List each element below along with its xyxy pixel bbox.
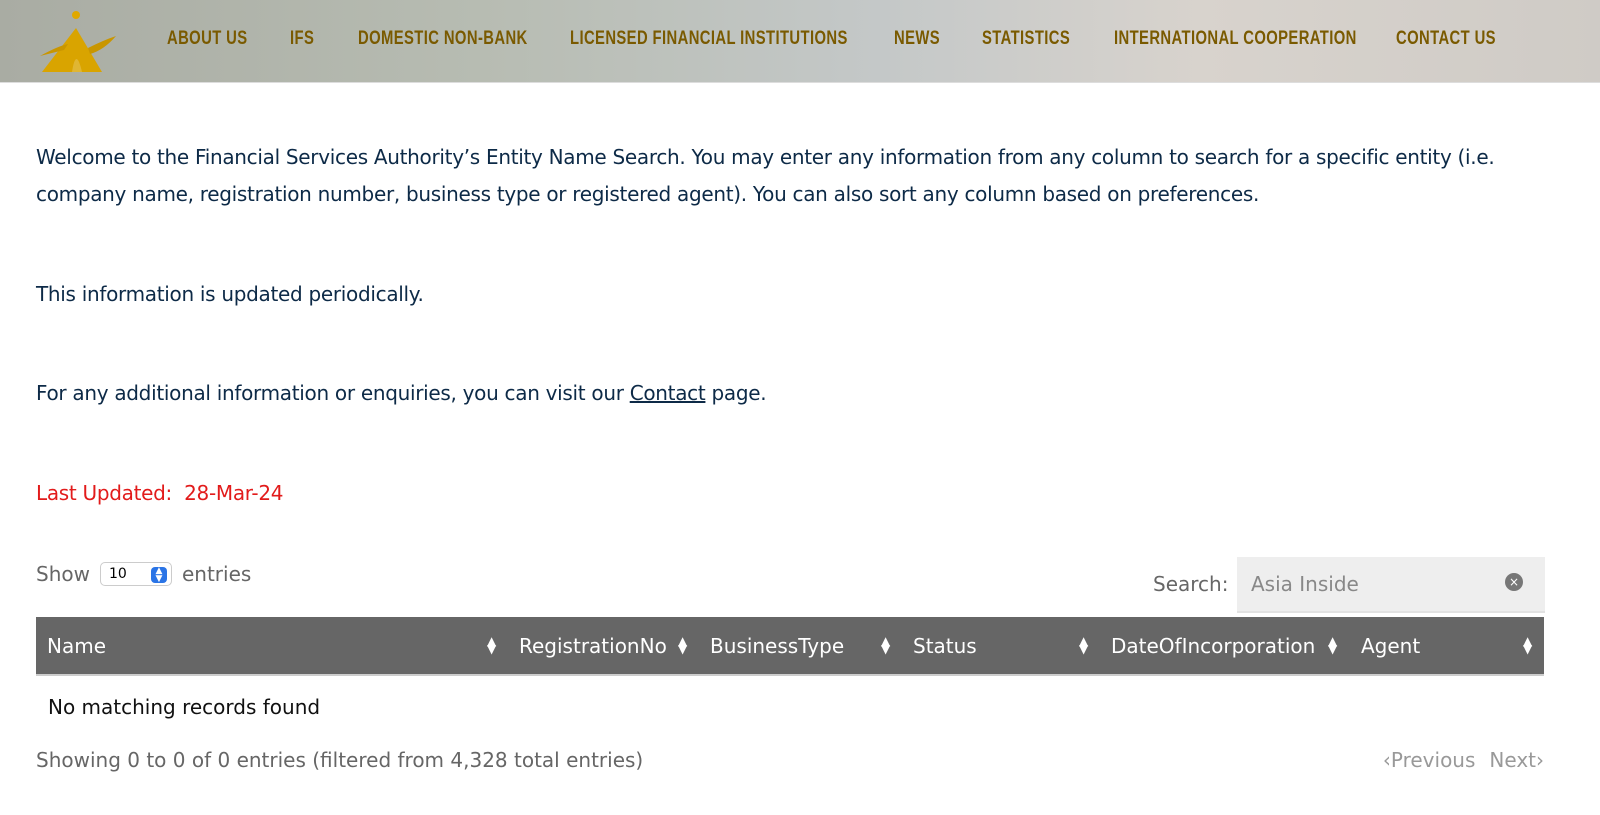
column-registration-no[interactable]: RegistrationNo [519,634,667,658]
intro-text: Welcome to the Financial Services Author… [36,139,1495,213]
search-label: Search: [1153,572,1229,596]
contact-pre: For any additional information or enquir… [36,381,630,405]
clear-search-icon[interactable]: × [1505,573,1523,591]
site-header: ABOUT US IFS DOMESTIC NON-BANK LICENSED … [0,0,1600,83]
chevron-left-icon: ‹ [1382,748,1391,772]
last-updated-label: Last Updated: [36,481,172,505]
logo[interactable] [38,6,118,76]
chevron-right-icon: › [1536,748,1544,772]
column-business-type[interactable]: BusinessType [710,634,844,658]
sort-icon[interactable]: ▲ ▼ [678,635,687,655]
column-status[interactable]: Status [913,634,977,658]
column-name[interactable]: Name [47,634,106,658]
column-agent[interactable]: Agent [1361,634,1420,658]
pagination: ‹Previous Next› [1383,748,1544,772]
column-date-of-incorporation[interactable]: DateOfIncorporation [1111,634,1315,658]
entries-value: 10 [108,566,127,582]
update-note: This information is updated periodically… [36,282,424,306]
contact-note: For any additional information or enquir… [36,375,767,412]
sort-icon[interactable]: ▲ ▼ [487,635,496,655]
sort-icon[interactable]: ▲ ▼ [1079,635,1088,655]
entries-select[interactable]: 10 ▲ ▼ [99,562,172,586]
nav-ifs[interactable]: IFS [290,28,314,50]
select-arrows-icon: ▲ ▼ [150,567,167,584]
nav-news[interactable]: NEWS [894,28,940,50]
nav-statistics[interactable]: STATISTICS [982,28,1070,50]
search-input[interactable]: Asia Inside × [1237,557,1545,613]
nav-international-cooperation[interactable]: INTERNATIONAL COOPERATION [1114,28,1357,50]
show-label: Show [36,562,90,586]
next-button[interactable]: Next› [1489,748,1544,772]
last-updated-value: 28-Mar-24 [184,481,284,505]
nav-domestic-non-bank[interactable]: DOMESTIC NON-BANK [358,28,528,50]
sort-icon[interactable]: ▲ ▼ [1328,635,1337,655]
previous-button[interactable]: ‹Previous [1383,748,1476,772]
table-header: Name ▲ ▼ RegistrationNo ▲ ▼ BusinessType ▲ ▼ S… [36,617,1544,676]
contact-link[interactable]: Contact [630,381,706,405]
next-label: Next [1489,748,1536,772]
intro-line-1: Welcome to the Financial Services Author… [36,145,1495,169]
sort-icon[interactable]: ▲ ▼ [881,635,890,655]
nav-about-us[interactable]: ABOUT US [167,28,248,50]
contact-post: page. [705,381,767,405]
nav-contact-us[interactable]: CONTACT US [1396,28,1496,50]
entries-length: Show 10 ▲ ▼ entries [36,562,251,586]
sort-icon[interactable]: ▲ ▼ [1523,635,1532,655]
empty-table-message: No matching records found [48,695,321,719]
search-value: Asia Inside [1251,572,1359,596]
last-updated: Last Updated: 28-Mar-24 [36,475,284,512]
table-info: Showing 0 to 0 of 0 entries (filtered fr… [36,748,644,772]
previous-label: Previous [1390,748,1476,772]
entries-label: entries [181,562,252,586]
intro-line-2: company name, registration number, busin… [36,182,1259,206]
nav-licensed-financial-institutions[interactable]: LICENSED FINANCIAL INSTITUTIONS [570,28,848,50]
